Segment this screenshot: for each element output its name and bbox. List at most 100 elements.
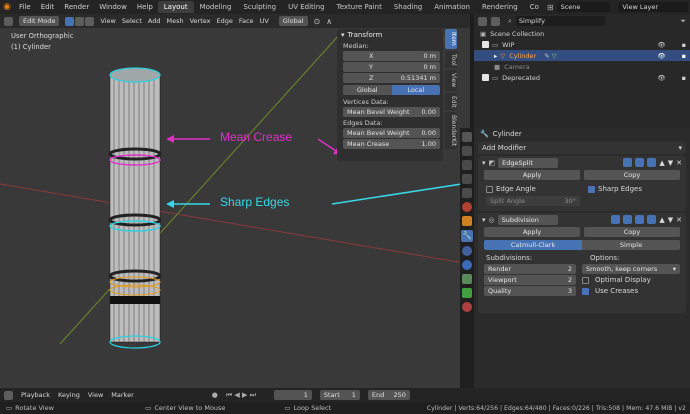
blender-logo-icon[interactable]: ◉ — [0, 0, 14, 14]
mode-selector[interactable]: Edit Mode — [19, 16, 60, 26]
output-tab-icon[interactable] — [462, 160, 472, 170]
physics-tab-icon[interactable] — [462, 260, 472, 270]
menu-select[interactable]: Select — [122, 17, 142, 25]
render-toggle-icon[interactable] — [647, 215, 657, 224]
menu-vertex[interactable]: Vertex — [190, 17, 211, 25]
tab-view[interactable]: View — [445, 70, 457, 91]
render-tab-icon[interactable] — [462, 146, 472, 156]
median-y-field[interactable]: Y 0 m — [343, 62, 440, 72]
outliner-row-camera[interactable]: ■ Camera — [474, 61, 690, 72]
expand-arrow-icon[interactable]: ▸ — [494, 52, 497, 60]
edit-mode-toggle-icon[interactable] — [623, 158, 633, 167]
menu-edit[interactable]: Edit — [36, 3, 60, 11]
tab-rendering[interactable]: Rendering — [476, 1, 524, 13]
edge-bevel-weight-field[interactable]: Mean Bevel Weight 0.00 — [343, 128, 440, 138]
scene-selector[interactable]: Scene — [556, 2, 611, 12]
menu-view-timeline[interactable]: View — [88, 391, 103, 399]
object-tab-icon[interactable] — [462, 216, 472, 226]
material-tab-icon[interactable] — [462, 302, 472, 312]
down-icon[interactable]: ▼ — [668, 159, 673, 167]
simplify-search[interactable]: Simplify — [515, 16, 605, 26]
viewport-toggle-icon[interactable] — [635, 158, 645, 167]
visibility-eye-icon[interactable]: 👁 — [657, 74, 665, 82]
menu-file[interactable]: File — [14, 3, 36, 11]
menu-marker[interactable]: Marker — [111, 391, 133, 399]
outliner-row-cylinder[interactable]: ▸ ▽ Cylinder ✎ ▽ 👁 ▪ — [474, 50, 690, 61]
local-toggle[interactable]: Local — [391, 85, 440, 95]
snap-icon[interactable]: ⊙ — [314, 17, 321, 26]
outliner-editor-icon[interactable] — [478, 16, 487, 26]
render-camera-icon[interactable]: ▪ — [682, 52, 686, 60]
transform-orientation-selector[interactable]: Global — [278, 16, 308, 26]
vertex-select-icon[interactable] — [65, 16, 75, 26]
view-layer-tab-icon[interactable] — [462, 174, 472, 184]
tab-blenderkit[interactable]: BlenderKit — [445, 112, 457, 150]
up-icon[interactable]: ▲ — [659, 159, 664, 167]
split-angle-field[interactable]: Split Angle 30° — [486, 196, 580, 206]
outliner-row-deprecated[interactable]: ▭ Deprecated 👁 ▪ — [474, 72, 690, 83]
record-icon[interactable]: ● — [212, 391, 218, 399]
start-frame-field[interactable]: Start 1 — [319, 390, 360, 400]
edge-angle-checkbox[interactable] — [486, 185, 493, 193]
visibility-eye-icon[interactable]: 👁 — [657, 52, 665, 60]
down-icon[interactable]: ▼ — [668, 216, 673, 224]
edit-mode-toggle-icon[interactable] — [623, 215, 633, 224]
close-icon[interactable]: ✕ — [676, 159, 682, 167]
collapse-icon[interactable]: ▾ — [482, 159, 486, 167]
tab-tool[interactable]: Tool — [445, 50, 457, 69]
modifier-name-field[interactable]: EdgeSplit — [498, 157, 559, 168]
up-icon[interactable]: ▲ — [659, 216, 664, 224]
global-toggle[interactable]: Global — [343, 85, 392, 95]
editor-type-icon[interactable] — [4, 16, 13, 26]
render-camera-icon[interactable]: ▪ — [682, 41, 686, 49]
menu-help[interactable]: Help — [132, 3, 158, 11]
tab-layout[interactable]: Layout — [157, 1, 194, 13]
particles-tab-icon[interactable] — [462, 246, 472, 256]
use-creases-checkbox[interactable] — [582, 287, 589, 295]
tab-animation[interactable]: Animation — [428, 1, 476, 13]
optimal-display-checkbox[interactable] — [582, 276, 589, 284]
display-mode-icon[interactable] — [491, 16, 500, 26]
boundary-smooth-dropdown[interactable]: Smooth, keep corners ▾ — [582, 264, 680, 274]
close-icon[interactable]: ✕ — [676, 216, 682, 224]
visibility-eye-icon[interactable]: 👁 — [657, 41, 665, 49]
menu-window[interactable]: Window — [94, 3, 132, 11]
tab-edit[interactable]: Edit — [445, 92, 457, 111]
include-checkbox[interactable] — [482, 41, 489, 48]
copy-button[interactable]: Copy — [584, 227, 680, 237]
end-frame-field[interactable]: End 250 — [367, 390, 410, 400]
menu-face[interactable]: Face — [239, 17, 254, 25]
face-select-icon[interactable] — [85, 16, 95, 26]
outliner-row-wip[interactable]: ▭ WIP 👁 ▪ — [474, 39, 690, 50]
world-tab-icon[interactable] — [462, 202, 472, 212]
edge-select-icon[interactable] — [75, 16, 85, 26]
tab-item[interactable]: Item — [445, 29, 457, 49]
menu-render[interactable]: Render — [59, 3, 94, 11]
median-x-field[interactable]: X 0 m — [343, 51, 440, 61]
proportional-edit-icon[interactable]: ∧ — [326, 17, 332, 26]
include-checkbox[interactable] — [482, 74, 489, 81]
filter-icon[interactable]: ⏷ — [680, 17, 686, 26]
viewport-toggle-icon[interactable] — [635, 215, 645, 224]
menu-add[interactable]: Add — [148, 17, 161, 25]
menu-playback[interactable]: Playback — [21, 391, 50, 399]
catmull-clark-toggle[interactable]: Catmull-Clark — [484, 240, 582, 250]
tab-shading[interactable]: Shading — [388, 1, 428, 13]
render-levels-field[interactable]: Render 2 — [484, 264, 576, 274]
tab-compositing[interactable]: Co — [524, 1, 545, 13]
tab-sculpting[interactable]: Sculpting — [237, 1, 282, 13]
add-modifier-dropdown[interactable]: Add Modifier ▾ — [478, 142, 686, 154]
mesh-data-tab-icon[interactable] — [462, 288, 472, 298]
current-frame-field[interactable]: 1 — [273, 390, 312, 400]
modifier-wrench-icon[interactable]: 🔧 — [461, 230, 473, 242]
tool-tab-icon[interactable] — [462, 132, 472, 142]
simple-toggle[interactable]: Simple — [582, 240, 680, 250]
playback-controls-icon[interactable]: ⏮ ◀ ▶ ⏭ — [226, 391, 256, 400]
tab-uv-editing[interactable]: UV Editing — [282, 1, 331, 13]
copy-button[interactable]: Copy — [584, 170, 680, 180]
mean-crease-field[interactable]: Mean Crease 1.00 — [343, 139, 440, 149]
menu-uv[interactable]: UV — [260, 17, 269, 25]
tab-modeling[interactable]: Modeling — [194, 1, 238, 13]
cylinder-mesh[interactable] — [108, 67, 162, 349]
modifier-name-field[interactable]: Subdivision — [497, 214, 558, 225]
